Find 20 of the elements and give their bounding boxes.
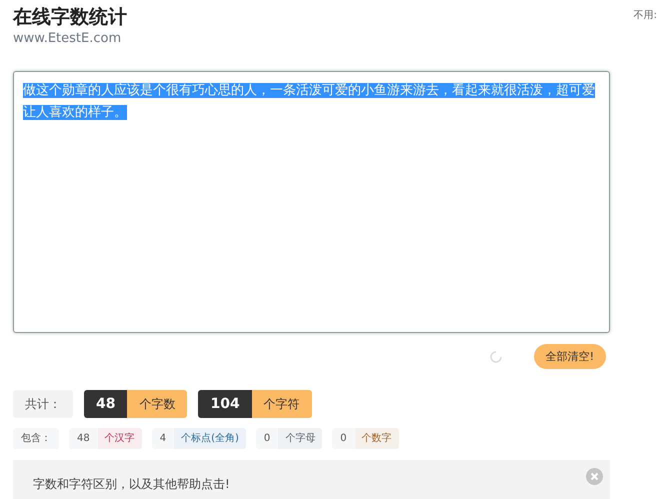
count-value: 104 [198, 390, 252, 418]
total-label: 共计： [13, 390, 73, 418]
count-value: 48 [84, 390, 128, 418]
side-note: 不用: [634, 9, 657, 23]
count-unit: 个字数 [127, 390, 188, 418]
clear-all-button[interactable]: 全部清空! [534, 344, 606, 370]
contains-label: 包含： [13, 428, 59, 450]
tag-value: 0 [332, 428, 355, 450]
tag-value: 0 [256, 428, 278, 450]
tag-unit: 个数字 [354, 428, 399, 450]
page-title: 在线字数统计 [13, 5, 128, 30]
tag-value: 48 [69, 428, 98, 450]
count-unit: 个字符 [252, 390, 312, 418]
site-url: www.EtestE.com [13, 30, 122, 48]
close-icon[interactable] [586, 468, 603, 486]
help-link[interactable]: 字数和字符区别，以及其他帮助点击! [33, 476, 230, 493]
tag-value: 4 [152, 428, 174, 450]
tag-unit: 个汉字 [98, 428, 142, 450]
tag-unit: 个字母 [278, 428, 322, 450]
tag-unit: 个标点(全角) [174, 428, 246, 450]
